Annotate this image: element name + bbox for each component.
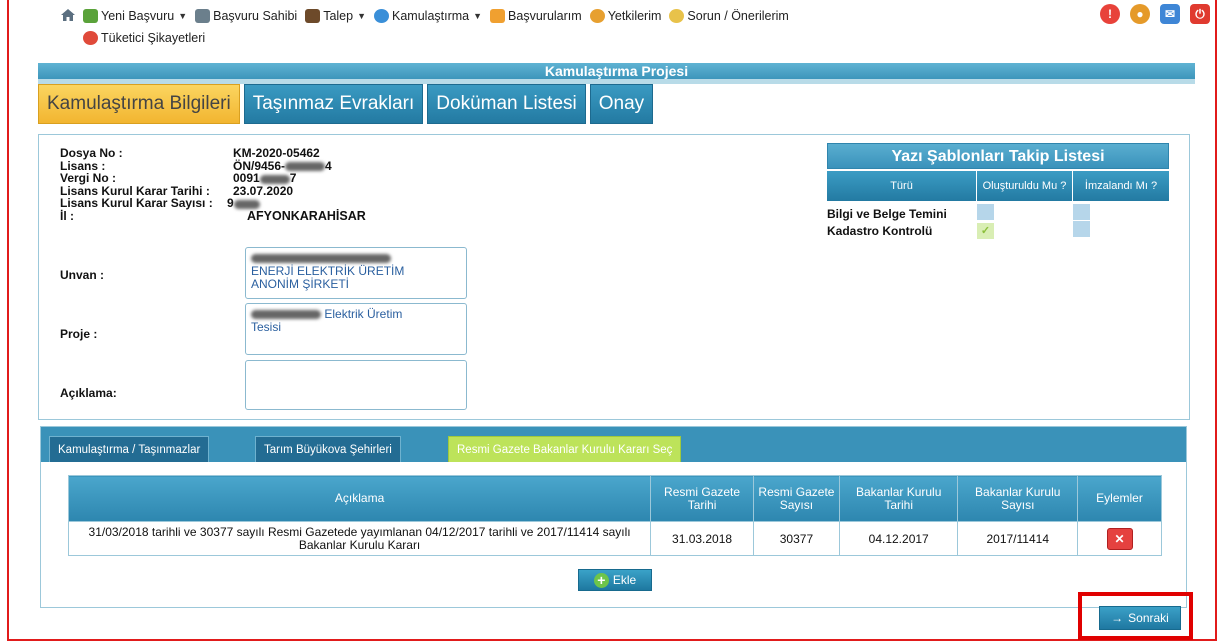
- new-application-icon: [83, 9, 98, 23]
- proje-label: Proje :: [60, 327, 98, 341]
- nav-talep[interactable]: Talep ▼: [305, 9, 366, 23]
- sonraki-button[interactable]: → Sonraki: [1099, 606, 1181, 630]
- page-title: Kamulaştırma Projesi: [38, 63, 1195, 79]
- globe-icon: [374, 9, 390, 23]
- bottom-tab-bar: Kamulaştırma / Taşınmazlar Tarım Büyükov…: [41, 427, 1186, 462]
- cell-bk-tarihi: 04.12.2017: [838, 521, 959, 556]
- plus-icon: +: [593, 572, 609, 588]
- tab-tasinmaz-evraklari[interactable]: Taşınmaz Evrakları: [243, 84, 424, 124]
- yazi-header-row: Türü Oluşturuldu Mu ? İmzalandı Mı ?: [827, 171, 1169, 201]
- tab-dokuman-listesi[interactable]: Doküman Listesi: [427, 84, 586, 124]
- tab-resmi-gazete[interactable]: Resmi Gazete Bakanlar Kurulu Kararı Seç: [448, 436, 682, 462]
- karar-sayisi-value: 9: [227, 196, 234, 211]
- nav-row-2: Tüketici Şikayetleri: [83, 28, 1210, 48]
- info-block: Dosya No : KM-2020-05462 Lisans : ÖN/9456-…: [60, 146, 366, 223]
- tab-kamulastirma-tasinmazlar[interactable]: Kamulaştırma / Taşınmazlar: [49, 436, 210, 462]
- tab-onay[interactable]: Onay: [589, 84, 654, 124]
- yazi-row: Kadastro Kontrolü ✓: [827, 221, 1169, 239]
- nav-yeni-basvuru[interactable]: Yeni Başvuru ▼: [83, 9, 187, 23]
- cell-bk-sayisi: 2017/11414: [957, 521, 1079, 556]
- aciklama-label: Açıklama:: [60, 386, 117, 400]
- yazi-header-imzalandi: İmzalandı Mı ?: [1073, 171, 1169, 201]
- nav-basvuru-sahibi[interactable]: Başvuru Sahibi: [195, 9, 297, 23]
- unvan-label: Unvan :: [60, 268, 105, 282]
- karar-tarihi-value: 23.07.2020: [233, 183, 294, 198]
- redaction: [233, 199, 260, 209]
- vergi-no-label: Vergi No :: [60, 171, 117, 186]
- col-bk-sayisi: Bakanlar Kurulu Sayısı: [957, 475, 1079, 522]
- cell-rg-tarihi: 31.03.2018: [650, 521, 754, 556]
- aciklama-field[interactable]: [245, 360, 467, 410]
- chevron-down-icon: ▼: [357, 11, 367, 21]
- chevron-down-icon: ▼: [178, 11, 188, 21]
- nav-tuketici-sikayetleri[interactable]: Tüketici Şikayetleri: [83, 31, 205, 45]
- imzalandi-status: [1073, 221, 1090, 237]
- speech-icon: [669, 9, 685, 23]
- tab-tarim-buyukova-sehirleri[interactable]: Tarım Büyükova Şehirleri: [255, 436, 401, 462]
- cell-aciklama: 31/03/2018 tarihli ve 30377 sayılı Resmi…: [67, 521, 652, 556]
- yazi-header-olusturuldu: Oluşturuldu Mu ?: [977, 171, 1073, 201]
- karar-sayisi-label: Lisans Kurul Karar Sayısı :: [60, 196, 213, 211]
- bottom-panel: Kamulaştırma / Taşınmazlar Tarım Büyükov…: [40, 426, 1187, 608]
- users-icon: [589, 9, 605, 23]
- il-value: AFYONKARAHİSAR: [247, 208, 366, 223]
- yazi-row: Bilgi ve Belge Temini: [827, 204, 1169, 222]
- olusturuldu-status: [977, 204, 994, 220]
- nav-kamulastirma[interactable]: Kamulaştırma ▼: [374, 9, 482, 23]
- dosya-no-label: Dosya No :: [60, 146, 123, 160]
- main-tabs: Kamulaştırma Bilgileri Taşınmaz Evraklar…: [38, 84, 654, 124]
- yazi-header-turu: Türü: [827, 171, 977, 201]
- power-icon[interactable]: ⏻: [1190, 4, 1210, 24]
- col-rg-tarihi: Resmi Gazete Tarihi: [650, 475, 754, 522]
- request-icon: [305, 9, 321, 23]
- nav-basvurularim[interactable]: Başvurularım: [490, 9, 582, 23]
- header-right-icons: ! ● ✉ ⏻: [1100, 4, 1210, 24]
- folder-icon: [490, 9, 506, 23]
- cell-rg-sayisi: 30377: [752, 521, 840, 556]
- notification-icon[interactable]: !: [1100, 4, 1120, 24]
- cell-eylemler: ✕: [1077, 521, 1162, 556]
- redaction: [285, 161, 326, 171]
- redaction: [251, 254, 391, 264]
- col-rg-sayisi: Resmi Gazete Sayısı: [752, 475, 840, 522]
- nav-sorun-onerilerim[interactable]: Sorun / Önerilerim: [669, 9, 789, 23]
- gazete-table: Açıklama Resmi Gazete Tarihi Resmi Gazet…: [67, 475, 1162, 556]
- unvan-field[interactable]: ENERJİ ELEKTRİK ÜRETİM ANONİM ŞİRKETİ: [245, 247, 467, 299]
- top-navigation: Yeni Başvuru ▼ Başvuru Sahibi Talep ▼ Kamu…: [50, 6, 1210, 60]
- tab-kamulastirma-bilgileri[interactable]: Kamulaştırma Bilgileri: [38, 84, 240, 124]
- arrow-right-icon: →: [1111, 611, 1124, 625]
- ekle-button[interactable]: + Ekle: [578, 569, 652, 591]
- proje-field[interactable]: Elektrik Üretim Tesisi: [245, 303, 467, 355]
- col-bk-tarihi: Bakanlar Kurulu Tarihi: [838, 475, 959, 522]
- delete-button[interactable]: ✕: [1106, 527, 1133, 550]
- nav-yetkilerim[interactable]: Yetkilerim: [589, 9, 661, 23]
- imzalandi-status: [1073, 204, 1090, 220]
- applicant-icon: [195, 9, 211, 23]
- main-panel: Dosya No : KM-2020-05462 Lisans : ÖN/9456-…: [38, 134, 1190, 420]
- messages-icon[interactable]: ✉: [1160, 4, 1180, 24]
- nav-row-1: Yeni Başvuru ▼ Başvuru Sahibi Talep ▼ Kamu…: [83, 6, 1210, 26]
- il-label: İl :: [60, 208, 74, 223]
- complaint-icon: [83, 31, 98, 45]
- yazi-title: Yazı Şablonları Takip Listesi: [827, 143, 1169, 169]
- user-profile-icon[interactable]: ●: [1130, 4, 1150, 24]
- yazi-sablonlari-table: Yazı Şablonları Takip Listesi Türü Oluşt…: [827, 143, 1169, 239]
- chevron-down-icon: ▼: [473, 11, 483, 21]
- table-row: 31/03/2018 tarihli ve 30377 sayılı Resmi…: [67, 521, 1162, 556]
- redaction: [251, 310, 321, 320]
- col-aciklama: Açıklama: [67, 475, 652, 522]
- col-eylemler: Eylemler: [1077, 475, 1162, 522]
- redaction: [259, 174, 290, 184]
- check-icon: ✓: [977, 222, 994, 239]
